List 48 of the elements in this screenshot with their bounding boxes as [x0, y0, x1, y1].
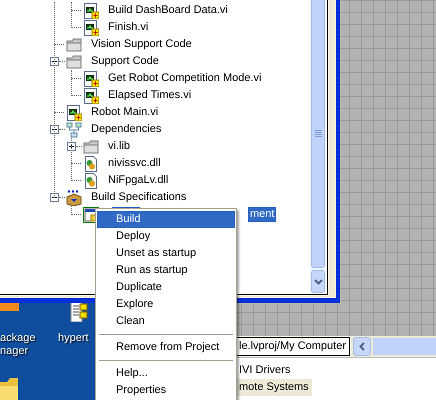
folder-icon: [66, 36, 82, 52]
tree-item-label[interactable]: vi.lib: [106, 139, 132, 154]
vi-file-icon: [66, 104, 82, 120]
tree-item-label[interactable]: Elapsed Times.vi: [106, 88, 194, 103]
scroll-left-button[interactable]: [352, 337, 371, 356]
tree-item-label[interactable]: ment: [248, 207, 276, 222]
tree-item-label[interactable]: NiFpgaLv.dll: [106, 173, 170, 188]
vi-file-icon: [83, 88, 99, 104]
dll-file-icon: [83, 172, 99, 188]
menu-item[interactable]: Deploy: [97, 228, 235, 245]
tree-item-label[interactable]: Build DashBoard Data.vi: [106, 3, 230, 18]
vi-file-icon: [83, 70, 99, 86]
tree-item-label[interactable]: Robot Main.vi: [89, 105, 160, 120]
menu-item[interactable]: Clean: [97, 313, 235, 330]
list-item[interactable]: mote Systems: [236, 379, 312, 396]
scroll-down-button[interactable]: [311, 270, 325, 293]
tree-item-label[interactable]: Finish.vi: [106, 20, 150, 35]
expand-toggle[interactable]: [67, 142, 76, 151]
menu-item[interactable]: Build: [97, 211, 235, 228]
vi-file-icon: [83, 20, 99, 36]
tree-item-label[interactable]: nivissvc.dll: [106, 156, 163, 171]
chevron-down-icon: [314, 278, 322, 284]
vi-file-icon: [83, 2, 99, 18]
scrollbar-thumb[interactable]: [311, 0, 325, 268]
hierarchy-icon: [66, 122, 82, 138]
menu-item[interactable]: Duplicate: [97, 279, 235, 296]
chevron-left-icon: [358, 342, 365, 351]
menu-item[interactable]: Remove from Project: [97, 339, 235, 356]
collapse-toggle[interactable]: [50, 193, 59, 202]
dll-file-icon: [83, 156, 99, 172]
menu-item[interactable]: Unset as startup: [97, 245, 235, 262]
collapse-toggle[interactable]: [50, 57, 59, 66]
box-icon: [66, 190, 82, 206]
grip-icon: [314, 130, 322, 137]
tree-item-label[interactable]: Vision Support Code: [89, 37, 194, 52]
tree-item-label[interactable]: Get Robot Competition Mode.vi: [106, 71, 264, 86]
list-item[interactable]: IVI Drivers: [236, 362, 294, 379]
menu-item[interactable]: Help...: [97, 365, 235, 382]
tree-item-label[interactable]: Support Code: [89, 54, 161, 69]
tree-item-label[interactable]: Dependencies: [89, 122, 164, 137]
menu-item[interactable]: Properties: [97, 382, 235, 399]
collapse-toggle[interactable]: [50, 125, 59, 134]
path-field[interactable]: le.lvproj/My Computer: [235, 337, 350, 356]
menu-item[interactable]: Explore: [97, 296, 235, 313]
tree-item-label[interactable]: Build Specifications: [89, 190, 188, 205]
menu-item[interactable]: Run as startup: [97, 262, 235, 279]
desktop-icon-label[interactable]: hypert: [58, 332, 89, 345]
desktop-icon-label[interactable]: ackage nager: [0, 332, 36, 358]
